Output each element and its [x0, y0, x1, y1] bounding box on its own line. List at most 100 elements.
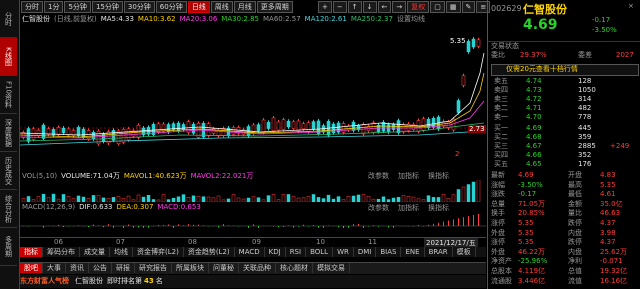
- volume-bar: [56, 198, 61, 202]
- bid-price: 4.66: [526, 151, 542, 159]
- adjust-button[interactable]: 复权: [407, 1, 430, 13]
- news-tab-9[interactable]: 核心题材: [276, 263, 313, 273]
- news-tab-10[interactable]: 模拟交易: [313, 263, 350, 273]
- ask-price: 4.70: [526, 113, 542, 121]
- volume-bar: [61, 194, 66, 202]
- news-tab-7[interactable]: 问董秘: [209, 263, 239, 273]
- stat-label-2: 最低: [568, 190, 582, 199]
- draw-icon[interactable]: ✎: [461, 1, 476, 13]
- left-tab-3[interactable]: 深度数据: [0, 114, 17, 152]
- volume-bar: [141, 196, 146, 202]
- period-button-1[interactable]: 1分: [44, 1, 64, 13]
- indicator-tab-0[interactable]: 指标: [20, 247, 43, 257]
- indicator-tab-4[interactable]: 资金博弈(L2): [133, 247, 184, 257]
- macd-chart[interactable]: [20, 212, 486, 236]
- period-button-8[interactable]: 月线: [233, 1, 256, 13]
- macd-legend: MACD(12,26,9) DIF:0.633 DEA:0.307 MACD:0.65…: [22, 203, 486, 212]
- period-button-3[interactable]: 15分钟: [91, 1, 123, 13]
- volume-bar: [476, 180, 481, 202]
- volume-bar: [81, 196, 86, 202]
- volume-bar: [351, 195, 356, 202]
- level2-ad[interactable]: 仅需20元查看十档行情: [491, 64, 639, 76]
- indicator-tab-5[interactable]: 资金趋势(L2): [184, 247, 235, 257]
- left-tab-4[interactable]: 历史成交: [0, 152, 17, 190]
- indicator-tab-14[interactable]: BRAR: [425, 247, 453, 257]
- news-tab-0[interactable]: 股吧: [20, 263, 43, 273]
- volume-bar: [356, 194, 361, 202]
- indicator-tab-2[interactable]: 成交量: [80, 247, 110, 257]
- news-tab-6[interactable]: 所属板块: [172, 263, 209, 273]
- stat-value: -3.50%: [518, 180, 543, 189]
- indicator-tab-15[interactable]: 模板: [453, 247, 476, 257]
- dif-value: DIF:0.633: [79, 203, 113, 211]
- stat-label: 涨停: [491, 238, 505, 247]
- volume-bar: [41, 193, 46, 202]
- dea-value: DEA:0.307: [116, 203, 154, 211]
- ma-settings-button[interactable]: 设置均线: [397, 15, 425, 23]
- left-tab-2[interactable]: F10资料: [0, 76, 17, 114]
- volume-bar: [151, 199, 156, 202]
- period-button-9[interactable]: 更多周期: [256, 1, 293, 13]
- arrow-right-icon[interactable]: →: [392, 1, 407, 13]
- period-button-4[interactable]: 30分钟: [123, 1, 155, 13]
- popularity-banner[interactable]: 东方财富人气榜 仁智股份 即时排名第 43 名: [20, 275, 486, 288]
- zoom-in-icon[interactable]: +: [318, 1, 332, 13]
- status-label: 交易状态: [491, 42, 519, 50]
- stat-label: 涨停: [491, 219, 505, 227]
- indicator-tab-13[interactable]: ENE: [401, 247, 425, 257]
- news-tab-3[interactable]: 公告: [89, 263, 112, 273]
- volume-bar: [431, 197, 436, 202]
- volume-bar: [346, 196, 351, 202]
- ask-volume: 482: [578, 104, 592, 112]
- volume-bar: [211, 197, 216, 202]
- indicator-tab-3[interactable]: 均线: [110, 247, 133, 257]
- period-button-6[interactable]: 日线: [187, 1, 210, 13]
- candle: [286, 120, 291, 128]
- arrow-up-icon[interactable]: ↑: [347, 1, 362, 13]
- period-button-0[interactable]: 分时: [21, 1, 43, 13]
- arrow-left-icon[interactable]: ←: [377, 1, 392, 13]
- bid-price: 4.69: [526, 124, 542, 132]
- stat-label: 流通股: [491, 276, 512, 285]
- indicator-tab-9[interactable]: BOLL: [306, 247, 334, 257]
- news-tab-2[interactable]: 资讯: [66, 263, 89, 273]
- indicator-tab-7[interactable]: KDJ: [265, 247, 286, 257]
- indicator-tab-11[interactable]: DMI: [354, 247, 377, 257]
- close-icon[interactable]: ×: [628, 2, 634, 10]
- volume-bar: [221, 199, 226, 202]
- indicator-tab-10[interactable]: WR: [333, 247, 354, 257]
- period-button-2[interactable]: 5分钟: [64, 1, 91, 13]
- indicator-tab-12[interactable]: BIAS: [376, 247, 402, 257]
- volume-bar: [311, 194, 316, 202]
- indicator-tab-8[interactable]: RSI: [286, 247, 307, 257]
- kline-chart[interactable]: 5.35 2: [20, 23, 486, 163]
- news-tab-8[interactable]: 关联品种: [239, 263, 276, 273]
- volume-bar: [416, 198, 421, 202]
- left-tab-6[interactable]: 多周期: [0, 228, 17, 266]
- period-button-7[interactable]: 周线: [210, 1, 233, 13]
- left-tab-1[interactable]: K线图: [0, 38, 17, 76]
- indicator-tab-1[interactable]: 筹码分布: [43, 247, 80, 257]
- split-icon[interactable]: ▢: [430, 1, 445, 13]
- vol-label: VOL(5,10): [22, 172, 58, 180]
- ma120-label: MA120:2.61: [304, 15, 347, 23]
- news-tab-1[interactable]: 大事: [43, 263, 66, 273]
- x-tick-0: 06: [54, 238, 63, 246]
- layout-icon[interactable]: ▦: [445, 1, 461, 13]
- zoom-out-icon[interactable]: −: [332, 1, 347, 13]
- stat-label-2: 开盘: [568, 171, 582, 179]
- left-tab-5[interactable]: 综合分析: [0, 190, 17, 228]
- bid-row: 买一 4.69 445: [488, 124, 640, 133]
- period-button-5[interactable]: 60分钟: [155, 1, 187, 13]
- volume-bar: [366, 195, 371, 202]
- news-tab-4[interactable]: 研报: [112, 263, 135, 273]
- indicator-tab-6[interactable]: MACD: [235, 247, 265, 257]
- candle: [311, 121, 316, 130]
- volume-chart[interactable]: [20, 180, 486, 202]
- left-tab-0[interactable]: 分时: [0, 0, 17, 38]
- arrow-down-icon[interactable]: ↓: [362, 1, 377, 13]
- volume-bar: [441, 193, 446, 202]
- candle: [256, 124, 261, 132]
- volume-bar: [261, 199, 266, 202]
- news-tab-5[interactable]: 研究报告: [135, 263, 172, 273]
